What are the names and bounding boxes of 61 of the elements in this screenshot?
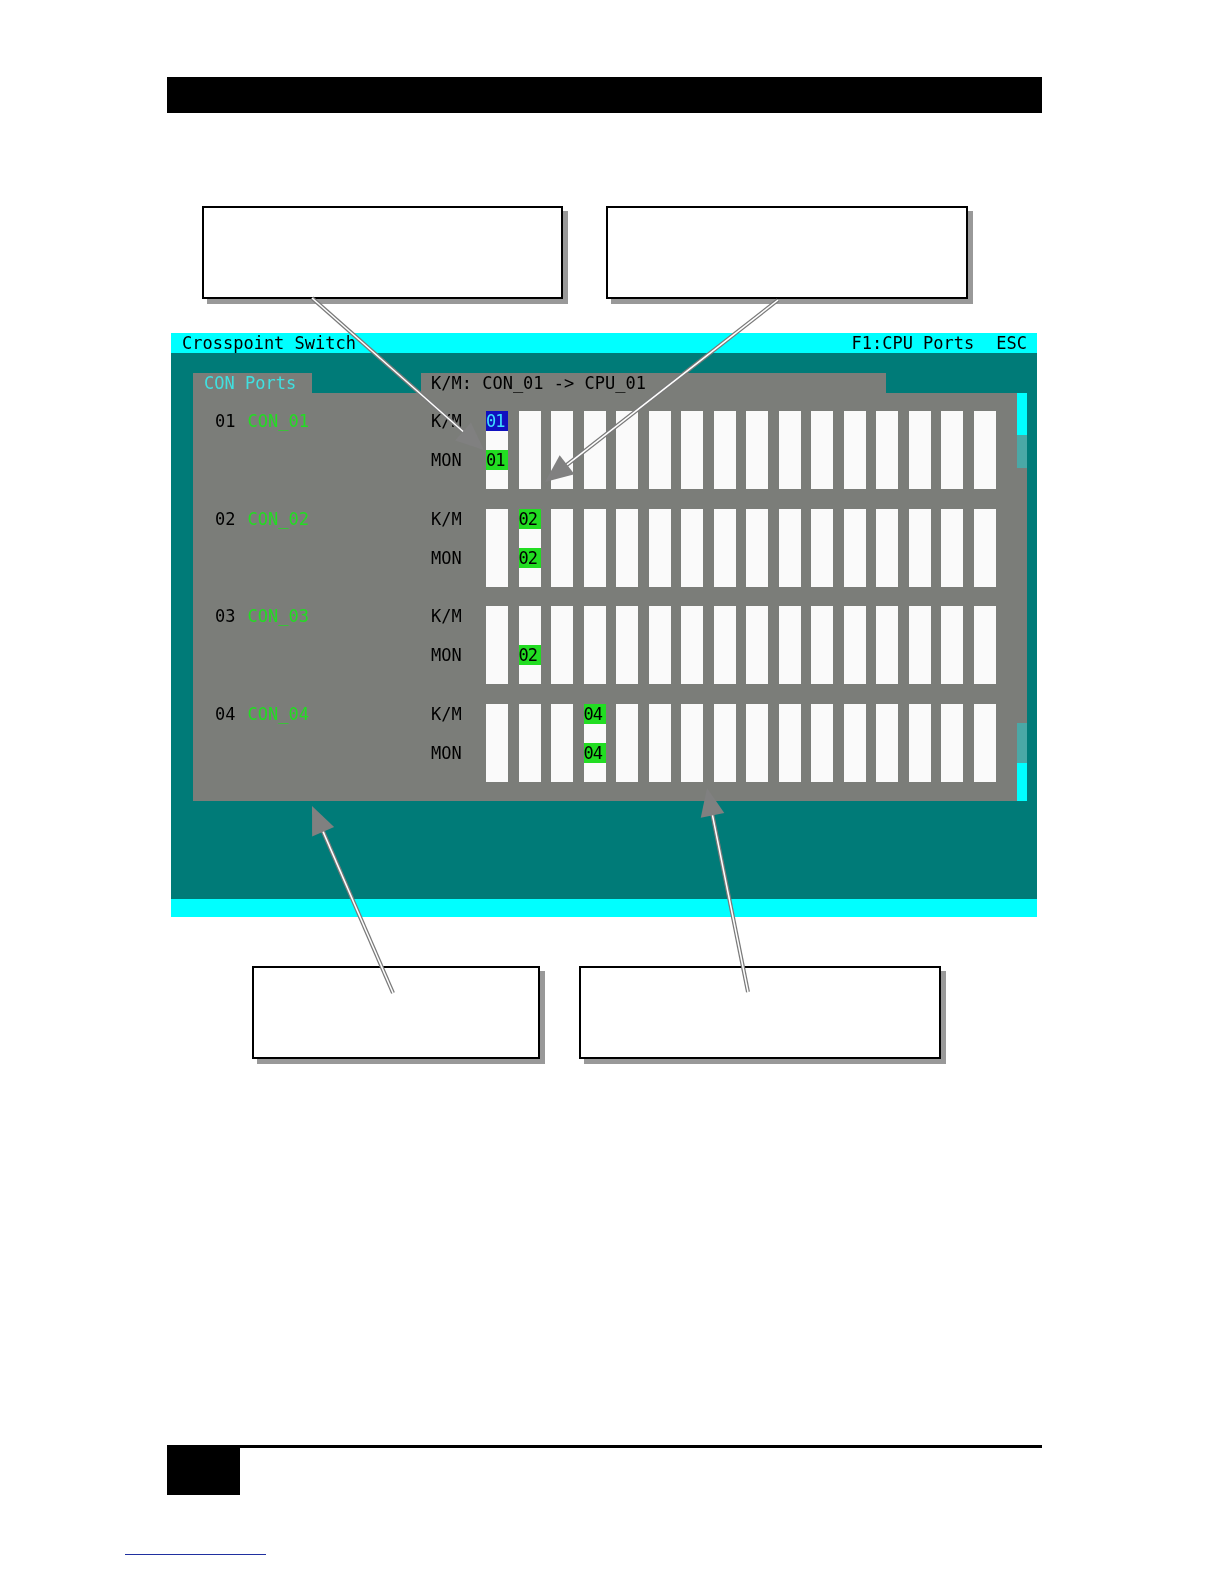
crosspoint-column[interactable]: 02 02 [518,508,541,587]
crosspoint-column[interactable] [973,411,996,489]
km-connection[interactable]: 04 [583,703,606,724]
hotkey-label[interactable]: F1:CPU Ports [851,333,975,353]
crosspoint-column[interactable] [518,703,541,782]
port-name: CON_01 [247,411,309,433]
crosspoint-column[interactable] [778,508,801,587]
window-title: Crosspoint Switch [182,333,356,353]
km-connection[interactable]: 02 [518,508,541,529]
km-label: K/M [431,703,462,724]
crosspoint-column[interactable] [713,508,736,587]
scrollbar[interactable] [1017,393,1027,801]
port-number: 03 [215,606,236,628]
km-label: K/M [431,508,462,529]
port-name: CON_02 [247,508,309,531]
crosspoint-column[interactable] [778,411,801,489]
crosspoint-column[interactable] [973,703,996,782]
crosspoint-column[interactable] [583,508,606,587]
crosspoint-column[interactable] [973,508,996,587]
crosspoint-column[interactable] [908,606,931,684]
crosspoint-column[interactable] [908,508,931,587]
crosspoint-column[interactable]: 02 [518,606,541,684]
mon-label: MON [431,742,462,763]
crosspoint-column[interactable] [616,411,638,489]
crosspoint-column[interactable]: 04 04 [583,703,606,782]
crosspoint-column[interactable] [648,508,671,587]
mon-connection[interactable]: 02 [518,645,541,665]
port-number: 02 [215,508,236,531]
crosspoint-column[interactable] [583,606,606,684]
km-label: K/M [431,606,462,626]
crosspoint-column[interactable] [843,606,866,684]
crosspoint-column[interactable] [583,411,606,489]
mon-label: MON [431,450,462,470]
hotkey-label[interactable]: ESC [996,333,1027,353]
mon-connection[interactable]: 04 [583,742,606,763]
crosspoint-column[interactable] [713,606,736,684]
mon-connection[interactable]: 02 [518,547,541,568]
crosspoint-column[interactable] [778,606,801,684]
crosspoint-column[interactable] [973,606,996,684]
port-number: 01 [215,411,236,433]
crosspoint-column[interactable] [713,411,736,489]
mon-connection[interactable]: 01 [486,450,508,470]
crosspoint-column[interactable] [908,703,931,782]
crosspoint-column[interactable]: 01 01 [486,411,508,489]
crosspoint-column[interactable] [648,411,671,489]
mon-label: MON [431,645,462,665]
mon-label: MON [431,547,462,568]
port-number: 04 [215,703,236,726]
crosspoint-column[interactable] [843,411,866,489]
crosspoint-column[interactable] [648,703,671,782]
port-name: CON_03 [247,606,309,628]
crosspoint-column[interactable] [843,508,866,587]
crosspoint-column[interactable] [778,703,801,782]
crosspoint-column[interactable] [518,411,541,489]
crosspoint-column[interactable] [843,703,866,782]
crosspoint-column[interactable] [908,411,931,489]
port-name: CON_04 [247,703,309,726]
crosspoint-column[interactable] [648,606,671,684]
connection-status: K/M: CON_01 -> CPU_01 [421,373,886,393]
crosspoint-column[interactable] [713,703,736,782]
km-connection[interactable]: 01 [486,411,508,431]
